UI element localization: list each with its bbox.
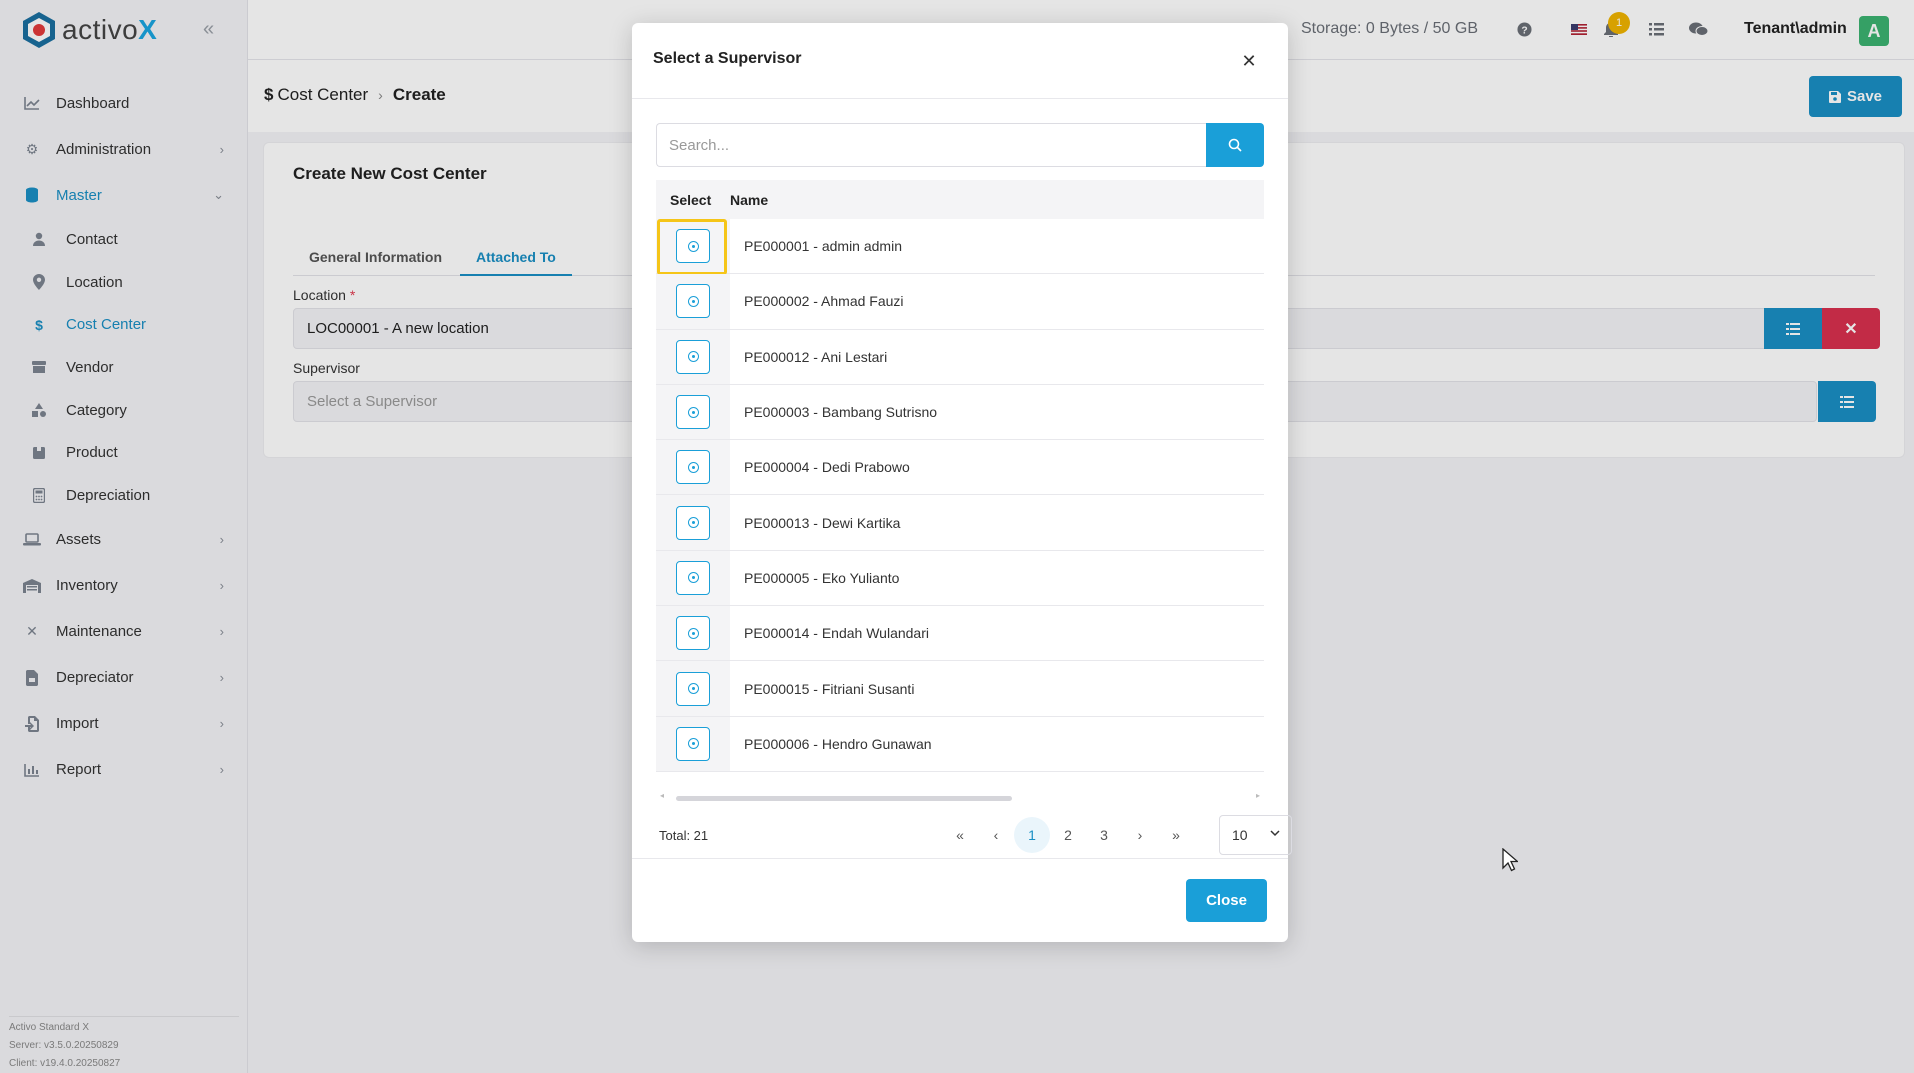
select-cell — [656, 440, 730, 495]
modal-header: Select a Supervisor ✕ — [632, 23, 1288, 99]
select-circle-icon — [687, 461, 699, 473]
select-row-button[interactable] — [676, 616, 710, 651]
name-cell: PE000014 - Endah Wulandari — [744, 625, 929, 642]
select-circle-icon — [687, 738, 699, 750]
mouse-cursor-icon — [1502, 847, 1520, 877]
name-cell: PE000002 - Ahmad Fauzi — [744, 293, 904, 310]
modal-title: Select a Supervisor — [653, 50, 802, 67]
pagination: « ‹ 1 2 3 › » — [942, 817, 1194, 853]
search-bar — [656, 123, 1264, 167]
first-page-icon[interactable]: « — [942, 817, 978, 853]
select-cell — [656, 550, 730, 606]
next-page-icon[interactable]: › — [1122, 817, 1158, 853]
select-circle-icon — [687, 517, 699, 529]
page-size-value: 10 — [1232, 827, 1248, 843]
name-cell: PE000005 - Eko Yulianto — [744, 569, 900, 586]
name-cell: PE000004 - Dedi Prabowo — [744, 459, 910, 476]
name-cell: PE000015 - Fitriani Susanti — [744, 680, 915, 697]
chevron-down-icon — [1270, 830, 1280, 837]
table-row[interactable]: PE000004 - Dedi Prabowo — [656, 440, 1264, 496]
table-row[interactable]: PE000003 - Bambang Sutrisno — [656, 384, 1264, 441]
scroll-left-icon[interactable]: ◂ — [660, 791, 664, 800]
select-cell — [656, 384, 730, 440]
total-count: Total: 21 — [659, 828, 709, 843]
focus-highlight — [657, 219, 727, 275]
table-row[interactable]: PE000013 - Dewi Kartika — [656, 495, 1264, 551]
name-cell: PE000012 - Ani Lestari — [744, 348, 888, 365]
select-cell — [656, 661, 730, 716]
select-circle-icon — [687, 351, 699, 363]
search-button[interactable] — [1206, 123, 1264, 167]
select-row-button[interactable] — [676, 395, 710, 430]
select-cell — [656, 495, 730, 550]
select-row-button[interactable] — [676, 284, 710, 319]
select-row-button[interactable] — [676, 671, 710, 706]
select-row-button[interactable] — [676, 339, 710, 374]
table-row[interactable]: PE000014 - Endah Wulandari — [656, 606, 1264, 662]
table-row[interactable]: PE000015 - Fitriani Susanti — [656, 661, 1264, 717]
name-cell: PE000013 - Dewi Kartika — [744, 514, 901, 531]
prev-page-icon[interactable]: ‹ — [978, 817, 1014, 853]
select-cell — [656, 716, 730, 771]
table-row[interactable]: PE000001 - admin admin — [656, 219, 1264, 275]
page-1-button[interactable]: 1 — [1014, 817, 1050, 853]
column-header-name: Name — [730, 191, 769, 208]
pagination-row: Total: 21 « ‹ 1 2 3 › » 10 — [659, 815, 1292, 855]
select-cell — [656, 274, 730, 329]
name-cell: PE000006 - Hendro Gunawan — [744, 735, 932, 752]
table-body: PE000001 - admin admin PE000002 - Ahmad F… — [656, 219, 1264, 772]
close-button[interactable]: Close — [1186, 879, 1267, 922]
page-2-button[interactable]: 2 — [1050, 817, 1086, 853]
table-row[interactable]: PE000005 - Eko Yulianto — [656, 550, 1264, 607]
close-icon[interactable]: ✕ — [1238, 50, 1260, 72]
supervisor-table: Select Name PE000001 - admin admin PE0000… — [656, 180, 1264, 772]
table-row[interactable]: PE000006 - Hendro Gunawan — [656, 716, 1264, 772]
select-cell — [656, 219, 730, 275]
select-cell — [656, 606, 730, 661]
horizontal-scrollbar[interactable]: ◂ ▸ — [656, 791, 1264, 802]
select-cell — [656, 329, 730, 384]
page-size-select[interactable]: 10 — [1219, 815, 1292, 855]
name-cell: PE000003 - Bambang Sutrisno — [744, 404, 938, 421]
select-row-button[interactable] — [676, 726, 710, 761]
name-cell: PE000001 - admin admin — [744, 238, 902, 255]
search-input[interactable] — [656, 123, 1206, 167]
table-row[interactable]: PE000002 - Ahmad Fauzi — [656, 274, 1264, 330]
select-row-button[interactable] — [676, 450, 710, 485]
scrollbar-thumb[interactable] — [676, 796, 1012, 801]
table-row[interactable]: PE000012 - Ani Lestari — [656, 329, 1264, 385]
modal-footer: Close — [632, 858, 1288, 942]
last-page-icon[interactable]: » — [1158, 817, 1194, 853]
page-3-button[interactable]: 3 — [1086, 817, 1122, 853]
select-row-button[interactable] — [676, 560, 710, 595]
select-circle-icon — [687, 406, 699, 418]
scroll-right-icon[interactable]: ▸ — [1256, 791, 1260, 800]
select-circle-icon — [687, 295, 699, 307]
search-icon — [1228, 138, 1242, 152]
select-row-button[interactable] — [676, 505, 710, 540]
select-circle-icon — [687, 572, 699, 584]
select-supervisor-modal: Select a Supervisor ✕ Select Name PE0000… — [632, 23, 1292, 942]
select-circle-icon — [687, 683, 699, 695]
column-header-select: Select — [670, 191, 712, 208]
table-header: Select Name — [656, 180, 1264, 219]
select-circle-icon — [687, 627, 699, 639]
